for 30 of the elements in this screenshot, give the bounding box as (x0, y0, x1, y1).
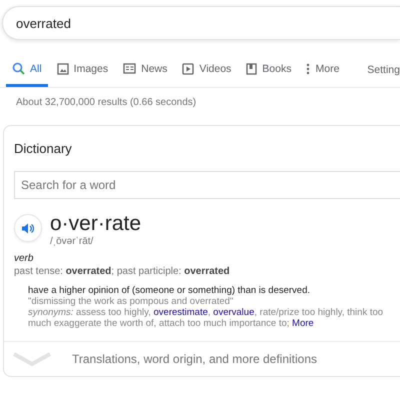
settings-link[interactable]: Setting (367, 58, 400, 85)
speaker-button[interactable] (14, 214, 42, 242)
search-icon (12, 62, 25, 75)
search-tab[interactable]: Videos (176, 56, 238, 86)
book-icon (246, 62, 258, 74)
synonym-link[interactable]: overestimate (154, 307, 208, 318)
speaker-icon (22, 222, 34, 234)
word-forms: past tense: overrated; past participle: overrated (14, 266, 231, 277)
more-definitions-link[interactable]: Translations, word origin, and more definitions (72, 352, 318, 366)
card-title: Dictionary (14, 141, 72, 156)
play-icon (182, 62, 194, 74)
more-icon (306, 62, 310, 74)
search-tab[interactable]: Images (50, 56, 114, 86)
word-search-field[interactable]: Search for a word (14, 171, 400, 199)
search-field[interactable]: overrated (2, 6, 400, 40)
search-tab[interactable]: Books (240, 56, 298, 86)
search-tab[interactable]: More (300, 56, 346, 86)
definition: have a higher opinion of (someone or something) than is deserved. (28, 285, 312, 296)
search-tab[interactable]: News (117, 56, 174, 86)
headword: o·ver·rate (50, 212, 142, 236)
part-of-speech: verb (14, 253, 34, 264)
image-icon (56, 62, 69, 74)
more-link[interactable]: More (292, 318, 314, 329)
search-tab[interactable]: All (6, 56, 48, 87)
example-sentence: "dismissing the work as pompous and overrated" (28, 296, 234, 307)
pronunciation: /ˌōvərˈrāt/ (50, 236, 94, 247)
synonyms-list: synonyms: assess too highly, overestimate, overvalue, rate/prize too highly, think too much exaggerate the worth of, attach too much importance to; More (28, 307, 400, 329)
result-stats: About 32,700,000 results (0.66 seconds) (15, 96, 198, 110)
synonym-link[interactable]: overvalue (213, 307, 254, 318)
newspaper-icon (123, 63, 136, 74)
